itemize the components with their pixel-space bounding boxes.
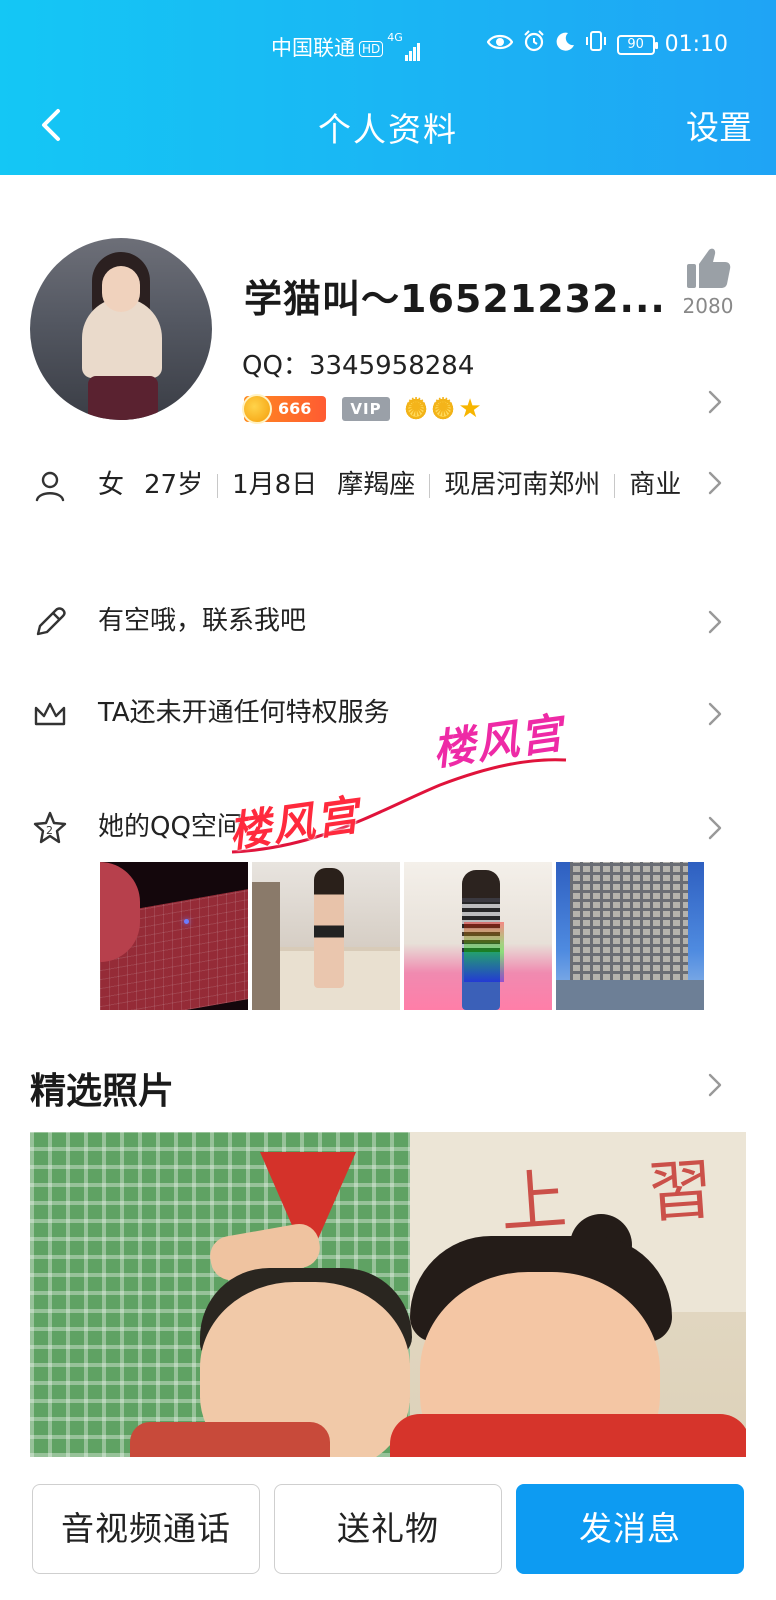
qzone-photo-thumbnail[interactable] bbox=[556, 862, 704, 1010]
coin-icon bbox=[242, 394, 272, 424]
eye-icon bbox=[486, 31, 513, 59]
badge-row[interactable]: 666 VIP ★ bbox=[242, 393, 482, 424]
like-count: 2080 bbox=[682, 294, 734, 318]
zodiac: 摩羯座 bbox=[337, 470, 416, 500]
nickname: 学猫叫～16521232... bbox=[244, 277, 666, 321]
chevron-right-icon[interactable] bbox=[704, 1072, 726, 1098]
privilege-row[interactable]: TA还未开通任何特权服务 bbox=[98, 692, 390, 734]
signal-icon bbox=[404, 37, 421, 61]
hd-icon: HD bbox=[359, 41, 384, 57]
sun-level-icon bbox=[431, 393, 455, 423]
person-icon bbox=[32, 468, 68, 504]
status-icons: 90 01:10 bbox=[486, 30, 728, 59]
moon-icon bbox=[555, 31, 575, 59]
send-gift-button[interactable]: 送礼物 bbox=[274, 1484, 502, 1574]
age: 27岁 bbox=[144, 470, 204, 500]
qq-number: 3345958284 bbox=[308, 351, 475, 381]
qzone-photo-thumbnail[interactable] bbox=[404, 862, 552, 1010]
vibrate-icon bbox=[585, 30, 607, 59]
qzone-photo-strip bbox=[100, 862, 704, 1010]
vip-badge: VIP bbox=[342, 397, 390, 421]
carrier-name: 中国联通 bbox=[271, 36, 355, 60]
basic-info-row[interactable]: 女 27岁 1月8日 摩羯座 现居河南郑州 商业 bbox=[98, 464, 688, 506]
action-bar: 音视频通话 送礼物 发消息 bbox=[32, 1484, 744, 1574]
star-level-icon: ★ bbox=[458, 394, 482, 424]
svg-text:2: 2 bbox=[46, 824, 53, 837]
coin-badge: 666 bbox=[242, 394, 326, 424]
status-bar: 中国联通 HD4G 90 01:10 bbox=[0, 30, 776, 62]
crown-icon bbox=[32, 696, 68, 732]
occupation: 商业 bbox=[629, 470, 682, 500]
qzone-photo-thumbnail[interactable] bbox=[100, 862, 248, 1010]
level-icons: ★ bbox=[404, 393, 482, 424]
battery-icon: 90 bbox=[616, 34, 658, 55]
gender: 女 bbox=[98, 470, 125, 500]
chevron-right-icon[interactable] bbox=[704, 470, 726, 496]
sun-level-icon bbox=[404, 393, 428, 423]
send-message-button[interactable]: 发消息 bbox=[516, 1484, 744, 1574]
alarm-icon bbox=[523, 30, 545, 59]
qq-number-line: QQ：3345958284 bbox=[242, 345, 474, 382]
nav-bar: 个人资料 设置 bbox=[0, 95, 776, 155]
network-type: 4G bbox=[387, 31, 403, 44]
qzone-row[interactable]: 她的QQ空间 bbox=[98, 806, 243, 848]
chevron-right-icon[interactable] bbox=[704, 389, 726, 415]
like-button[interactable]: 2080 bbox=[678, 246, 738, 318]
qzone-photo-thumbnail[interactable] bbox=[252, 862, 400, 1010]
chevron-right-icon[interactable] bbox=[704, 609, 726, 635]
location: 现居河南郑州 bbox=[444, 470, 601, 500]
header-bar: 中国联通 HD4G 90 01:10 个人资料 设置 bbox=[0, 0, 776, 175]
thumbs-up-icon bbox=[687, 248, 731, 288]
clock: 01:10 bbox=[664, 32, 728, 57]
birthday: 1月8日 bbox=[232, 470, 318, 500]
pencil-icon bbox=[32, 604, 68, 640]
carrier-info: 中国联通 HD4G bbox=[271, 32, 421, 62]
qzone-star-icon: 2 bbox=[32, 810, 68, 846]
signature-row[interactable]: 有空哦，联系我吧 bbox=[98, 600, 306, 642]
featured-photos-title: 精选照片 bbox=[30, 1071, 175, 1112]
page-title: 个人资料 bbox=[318, 110, 458, 149]
featured-photo[interactable]: 上 習 bbox=[30, 1132, 746, 1457]
chevron-right-icon[interactable] bbox=[704, 815, 726, 841]
settings-button[interactable]: 设置 bbox=[686, 101, 752, 149]
video-call-button[interactable]: 音视频通话 bbox=[32, 1484, 260, 1574]
chevron-right-icon[interactable] bbox=[704, 701, 726, 727]
coin-badge-value: 666 bbox=[278, 399, 312, 418]
qq-label: QQ： bbox=[242, 351, 309, 381]
avatar[interactable] bbox=[30, 238, 212, 420]
